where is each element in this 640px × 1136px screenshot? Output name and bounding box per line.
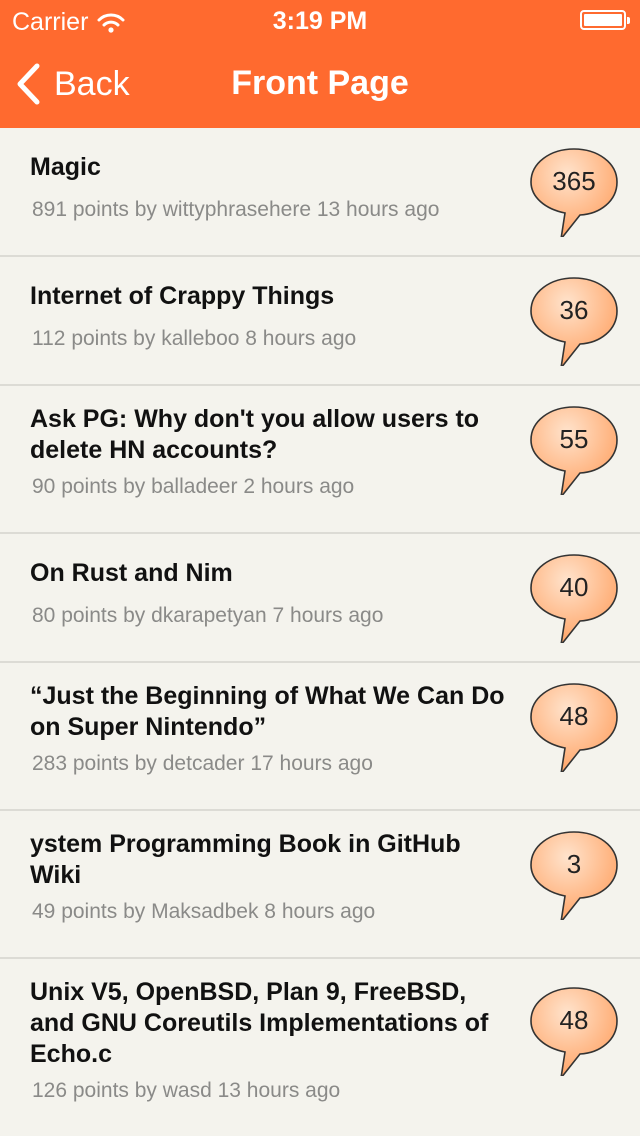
story-meta: 80 points by dkarapetyan 7 hours ago <box>32 604 384 627</box>
story-title: “Just the Beginning of What We Can Do on… <box>30 682 505 741</box>
story-meta: 126 points by wasd 13 hours ago <box>32 1079 341 1102</box>
story-title: Unix V5, OpenBSD, Plan 9, FreeBSD, and G… <box>30 978 489 1068</box>
story-row[interactable]: Magic 891 points by wittyphrasehere 13 h… <box>0 128 640 257</box>
app-header: Carrier 3:19 PM Back Front Page <box>0 0 640 128</box>
comment-bubble[interactable]: 36 <box>528 276 620 366</box>
comment-count: 36 <box>559 294 589 325</box>
battery-icon <box>580 10 630 30</box>
comment-bubble[interactable]: 55 <box>528 405 620 495</box>
comment-count: 48 <box>559 1004 589 1035</box>
comment-bubble[interactable]: 40 <box>528 553 620 643</box>
story-meta: 90 points by balladeer 2 hours ago <box>32 475 355 498</box>
story-title: Magic <box>30 153 101 181</box>
story-title: ystem Programming Book in GitHub Wiki <box>30 830 461 889</box>
story-meta: 283 points by detcader 17 hours ago <box>32 752 373 775</box>
comment-count: 3 <box>566 848 582 879</box>
comment-bubble[interactable]: 365 <box>528 147 620 237</box>
story-row[interactable]: Internet of Crappy Things 112 points by … <box>0 257 640 386</box>
status-time: 3:19 PM <box>272 7 368 35</box>
story-row[interactable]: “Just the Beginning of What We Can Do on… <box>0 663 640 811</box>
story-meta: 891 points by wittyphrasehere 13 hours a… <box>32 198 440 221</box>
comment-bubble[interactable]: 48 <box>528 986 620 1076</box>
story-row[interactable]: Ask PG: Why don't you allow users to del… <box>0 386 640 534</box>
comment-bubble[interactable]: 48 <box>528 682 620 772</box>
status-bar: Carrier 3:19 PM <box>0 0 640 40</box>
navigation-bar: Back Front Page <box>0 40 640 128</box>
comment-count: 40 <box>559 571 589 602</box>
battery-level <box>584 14 622 26</box>
page-title: Front Page <box>231 64 409 102</box>
story-title: Ask PG: Why don't you allow users to del… <box>30 405 480 464</box>
comment-count: 48 <box>559 700 589 731</box>
story-row[interactable]: On Rust and Nim 80 points by dkarapetyan… <box>0 534 640 663</box>
story-row[interactable]: ystem Programming Book in GitHub Wiki 49… <box>0 811 640 959</box>
story-meta: 112 points by kalleboo 8 hours ago <box>32 327 357 350</box>
comment-count: 365 <box>552 165 596 196</box>
comment-bubble[interactable]: 3 <box>528 830 620 920</box>
comment-count: 55 <box>559 423 589 454</box>
story-title: Internet of Crappy Things <box>30 282 335 310</box>
story-title: On Rust and Nim <box>30 559 233 587</box>
story-list: Magic 891 points by wittyphrasehere 13 h… <box>0 128 640 1136</box>
story-row[interactable]: Unix V5, OpenBSD, Plan 9, FreeBSD, and G… <box>0 959 640 1136</box>
story-meta: 49 points by Maksadbek 8 hours ago <box>32 900 376 923</box>
